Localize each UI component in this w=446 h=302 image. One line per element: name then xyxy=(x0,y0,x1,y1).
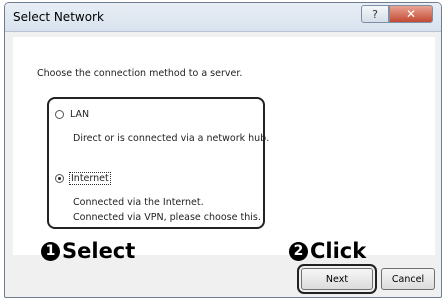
title-bar[interactable]: Select Network ? ✕ xyxy=(5,3,441,32)
instruction-text: Choose the connection method to a server… xyxy=(37,68,243,79)
lan-description: Direct or is connected via a network hub… xyxy=(73,133,270,144)
help-icon: ? xyxy=(372,7,378,21)
internet-description-2: Connected via VPN, please choose this. xyxy=(73,212,261,223)
internet-radio[interactable] xyxy=(55,174,64,183)
step2-number-badge: 2 xyxy=(289,241,308,261)
help-button[interactable]: ? xyxy=(361,5,389,23)
step2-annotation: 2 Click xyxy=(289,239,366,263)
step2-text: Click xyxy=(310,239,367,263)
step1-text: Select xyxy=(62,239,136,263)
dialog-content: Choose the connection method to a server… xyxy=(13,37,435,255)
lan-label[interactable]: LAN xyxy=(70,109,89,120)
internet-description-1: Connected via the Internet. xyxy=(73,197,204,208)
next-button[interactable]: Next xyxy=(301,268,373,290)
step1-annotation: 1 Select xyxy=(41,239,135,263)
internet-label[interactable]: Internet xyxy=(69,172,111,185)
lan-radio[interactable] xyxy=(55,110,64,119)
internet-label-text: Internet xyxy=(69,172,111,185)
window-title: Select Network xyxy=(13,10,104,24)
close-icon: ✕ xyxy=(405,7,417,21)
select-network-dialog: Select Network ? ✕ Choose the connection… xyxy=(4,2,442,298)
cancel-button[interactable]: Cancel xyxy=(381,268,435,290)
close-button[interactable]: ✕ xyxy=(389,5,433,23)
step1-number-badge: 1 xyxy=(41,241,60,261)
